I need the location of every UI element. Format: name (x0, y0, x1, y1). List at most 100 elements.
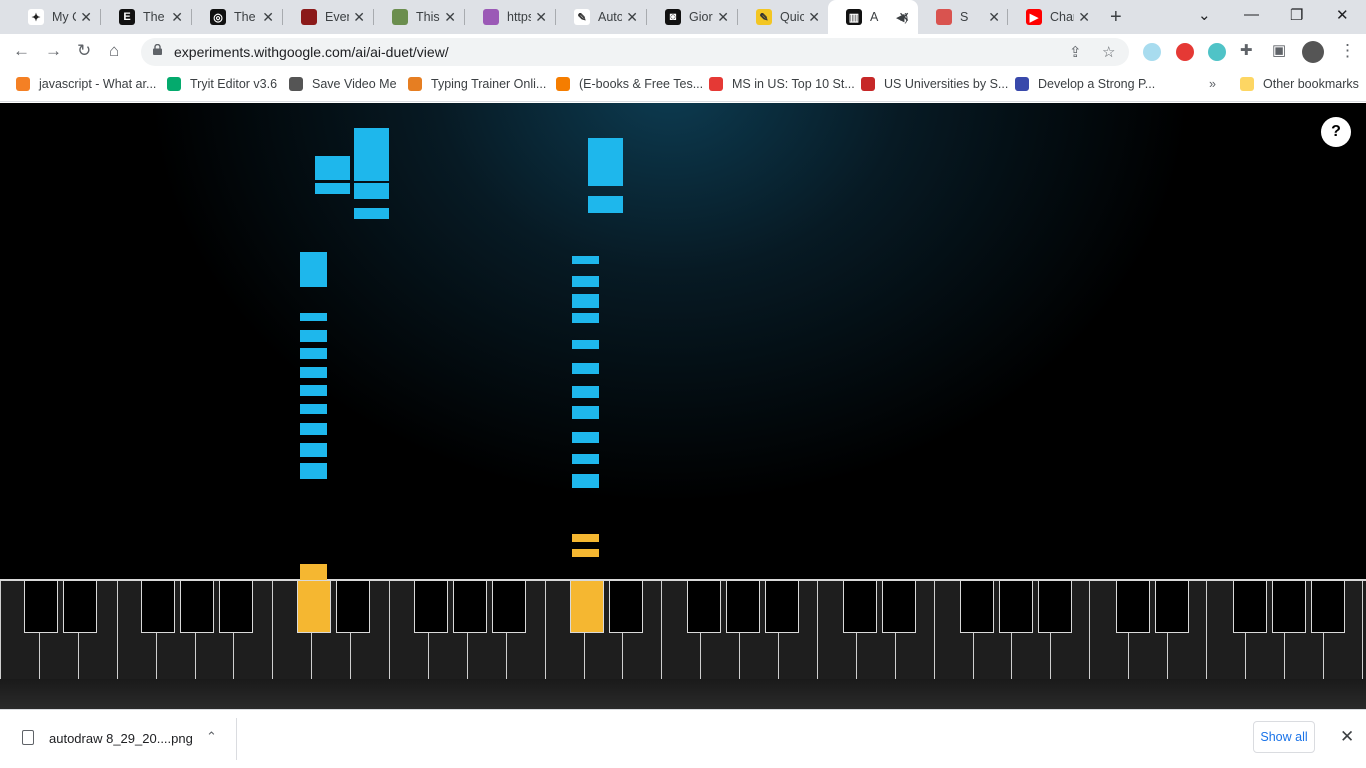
black-key[interactable] (960, 581, 994, 633)
minimize-icon[interactable]: — (1244, 6, 1259, 23)
extension-icon-2[interactable] (1176, 43, 1194, 61)
black-key[interactable] (1038, 581, 1072, 633)
forward-icon[interactable]: → (45, 41, 62, 61)
black-key[interactable] (999, 581, 1033, 633)
bookmark-label: Tryit Editor v3.6 (190, 77, 278, 91)
share-icon[interactable]: ⇪ (1069, 43, 1082, 61)
browser-tab[interactable]: ◙ Giorg ✕ (647, 0, 737, 34)
black-key[interactable] (414, 581, 448, 633)
close-tab-icon[interactable]: ✕ (988, 9, 1000, 26)
black-key[interactable] (609, 581, 643, 633)
restore-icon[interactable]: ❐ (1290, 6, 1303, 24)
extension-icon-3[interactable] (1208, 43, 1226, 61)
black-key[interactable] (180, 581, 214, 633)
browser-tab[interactable]: ✦ My C ✕ (10, 0, 100, 34)
close-tab-icon[interactable]: ✕ (353, 9, 365, 26)
bookmark-item[interactable]: Typing Trainer Onli... (408, 77, 546, 91)
reload-icon[interactable]: ↻ (77, 41, 91, 61)
tab-separator (282, 9, 283, 25)
note-block (572, 340, 599, 349)
bookmark-favicon-icon (1015, 77, 1029, 91)
browser-tab[interactable]: ▥ A ◀) ✕ (828, 0, 918, 34)
home-icon[interactable]: ⌂ (109, 41, 119, 61)
help-button[interactable]: ? (1321, 117, 1351, 147)
tab-favicon-icon (392, 9, 408, 25)
white-key[interactable] (1361, 581, 1366, 679)
profile-avatar[interactable] (1302, 41, 1324, 63)
extensions-puzzle-icon[interactable]: ✚ (1240, 41, 1253, 59)
bookmark-item[interactable]: javascript - What ar... (16, 77, 156, 91)
bookmark-item[interactable]: MS in US: Top 10 St... (709, 77, 855, 91)
address-bar[interactable]: experiments.withgoogle.com/ai/ai-duet/vi… (141, 38, 1129, 66)
black-key[interactable] (765, 581, 799, 633)
black-key[interactable] (843, 581, 877, 633)
bookmark-item[interactable]: (E-books & Free Tes... (556, 77, 703, 91)
close-tab-icon[interactable]: ✕ (626, 9, 638, 26)
bookmark-item[interactable]: US Universities by S... (861, 77, 1008, 91)
close-tab-icon[interactable]: ✕ (535, 9, 547, 26)
black-key[interactable] (1311, 581, 1345, 633)
note-block (572, 534, 599, 542)
close-tab-icon[interactable]: ✕ (717, 9, 729, 26)
bookmark-item[interactable]: Tryit Editor v3.6 (167, 77, 277, 91)
black-key[interactable] (1233, 581, 1267, 633)
close-tab-icon[interactable]: ✕ (80, 9, 92, 26)
bookmark-item[interactable]: Develop a Strong P... (1015, 77, 1155, 91)
note-block (354, 183, 389, 199)
browser-tab[interactable]: This I ✕ (374, 0, 464, 34)
side-panel-icon[interactable]: ▣ (1272, 41, 1286, 59)
black-key[interactable] (336, 581, 370, 633)
bookmark-star-icon[interactable]: ☆ (1102, 43, 1115, 61)
chevron-up-icon[interactable]: ⌃ (206, 729, 217, 745)
browser-tab[interactable]: https ✕ (465, 0, 555, 34)
show-all-button[interactable]: Show all (1253, 721, 1315, 753)
bookmarks-bar: » Other bookmarks javascript - What ar..… (0, 70, 1366, 102)
other-bookmarks-folder[interactable]: Other bookmarks (1240, 77, 1359, 91)
black-key[interactable] (24, 581, 58, 633)
close-icon[interactable]: ✕ (1340, 727, 1354, 747)
download-filename[interactable]: autodraw 8_29_20....png (49, 731, 193, 746)
close-tab-icon[interactable]: ✕ (1078, 9, 1090, 26)
menu-kebab-icon[interactable]: ⋮ (1339, 41, 1356, 61)
black-key[interactable] (453, 581, 487, 633)
piano-keyboard[interactable] (0, 579, 1366, 679)
browser-tab[interactable]: S ✕ (918, 0, 1008, 34)
black-key[interactable] (1272, 581, 1306, 633)
close-tab-icon[interactable]: ✕ (444, 9, 456, 26)
tab-favicon-icon: E (119, 9, 135, 25)
browser-tab[interactable]: Even ✕ (283, 0, 373, 34)
extension-icon-1[interactable] (1143, 43, 1161, 61)
close-tab-icon[interactable]: ✕ (262, 9, 274, 26)
black-key-active[interactable] (570, 581, 604, 633)
black-key[interactable] (726, 581, 760, 633)
black-key[interactable] (492, 581, 526, 633)
window-close-icon[interactable]: ✕ (1336, 6, 1349, 24)
tab-search-chevron-icon[interactable]: ⌄ (1198, 6, 1211, 24)
black-key[interactable] (1155, 581, 1189, 633)
ai-duet-stage[interactable]: ? (0, 103, 1366, 709)
more-bookmarks-chevron-icon[interactable]: » (1209, 77, 1216, 91)
browser-tab[interactable]: ✎ Quic ✕ (738, 0, 828, 34)
black-key[interactable] (882, 581, 916, 633)
url-text[interactable]: experiments.withgoogle.com/ai/ai-duet/vi… (174, 44, 449, 60)
bookmark-item[interactable]: Save Video Me (289, 77, 397, 91)
browser-tab[interactable]: ◎ The I ✕ (192, 0, 282, 34)
close-tab-icon[interactable]: ✕ (808, 9, 820, 26)
note-block (315, 183, 350, 194)
black-key[interactable] (687, 581, 721, 633)
black-key[interactable] (1116, 581, 1150, 633)
close-tab-icon[interactable]: ✕ (171, 9, 183, 26)
black-key-active[interactable] (297, 581, 331, 633)
browser-tab[interactable]: ▶ Chan ✕ (1008, 0, 1098, 34)
new-tab-icon[interactable]: + (1110, 6, 1122, 29)
black-key[interactable] (141, 581, 175, 633)
back-icon[interactable]: ← (13, 41, 30, 61)
black-key[interactable] (219, 581, 253, 633)
close-tab-icon[interactable]: ✕ (898, 9, 910, 26)
bookmark-favicon-icon (861, 77, 875, 91)
browser-tab[interactable]: ✎ Auto ✕ (556, 0, 646, 34)
browser-tab[interactable]: E The I ✕ (101, 0, 191, 34)
note-block (572, 256, 599, 264)
lock-icon[interactable] (153, 44, 162, 55)
black-key[interactable] (63, 581, 97, 633)
